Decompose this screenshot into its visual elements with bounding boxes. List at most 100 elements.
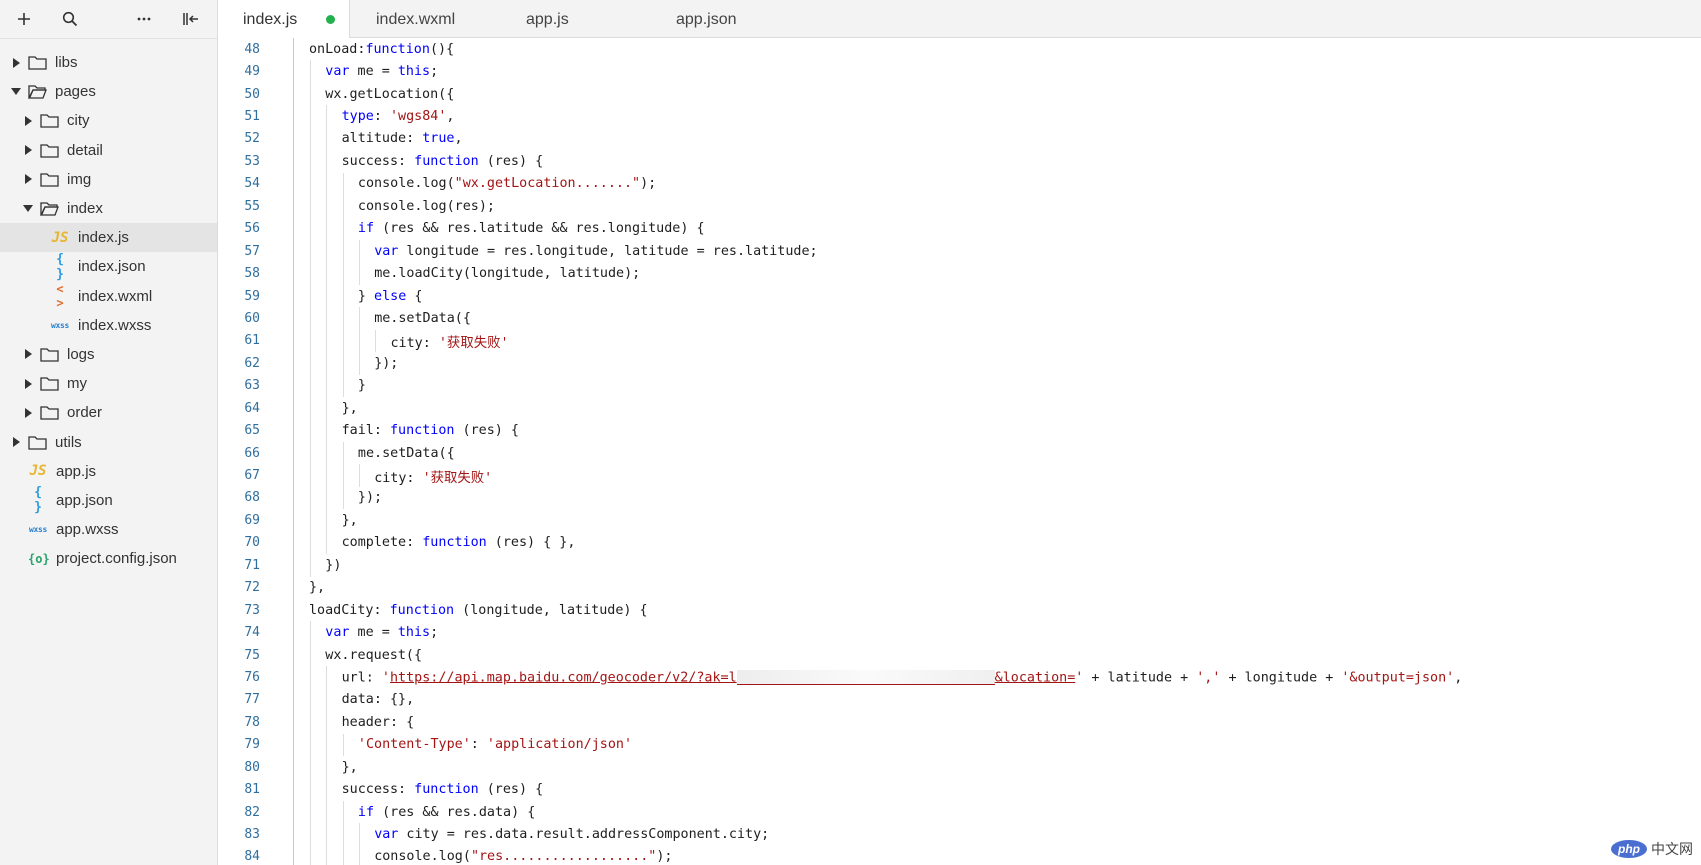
tree-item-app-js[interactable]: JS app.js xyxy=(0,457,217,486)
code-text[interactable]: success: function (res) { xyxy=(342,154,544,169)
code-text[interactable]: complete: function (res) { }, xyxy=(342,535,576,550)
tree-item-city[interactable]: city xyxy=(0,106,217,135)
tree-item-libs[interactable]: libs xyxy=(0,48,217,77)
tree-item-index-js[interactable]: JS index.js xyxy=(0,223,217,253)
tree-item-pages[interactable]: pages xyxy=(0,77,217,106)
tab-label: app.js xyxy=(526,11,569,28)
code-text[interactable]: var city = res.data.result.addressCompon… xyxy=(374,827,769,842)
chevron-right-icon[interactable] xyxy=(22,173,34,185)
indent-guide xyxy=(310,329,311,353)
code-line: 48 onLoad:function(){ xyxy=(218,38,454,60)
code-token: }); xyxy=(374,355,399,371)
code-text[interactable]: }); xyxy=(358,490,382,505)
collapse-panel-icon[interactable] xyxy=(178,6,204,32)
code-text[interactable]: console.log(res); xyxy=(358,199,495,214)
code-text[interactable]: fail: function (res) { xyxy=(342,423,519,438)
tree-item-label: index.wxml xyxy=(78,287,153,305)
tree-item-logs[interactable]: logs xyxy=(0,340,217,369)
code-text[interactable]: me.setData({ xyxy=(374,311,471,326)
code-text[interactable]: header: { xyxy=(342,715,415,730)
chevron-down-icon[interactable] xyxy=(10,86,22,98)
tree-item-index-wxss[interactable]: wxss index.wxss xyxy=(0,311,217,340)
code-text[interactable]: me.loadCity(longitude, latitude); xyxy=(374,266,640,281)
tree-item-index[interactable]: index xyxy=(0,194,217,223)
code-text[interactable]: }, xyxy=(342,401,358,416)
chevron-right-icon[interactable] xyxy=(22,348,34,360)
code-text[interactable]: success: function (res) { xyxy=(342,782,544,797)
add-icon[interactable] xyxy=(11,6,37,32)
tree-item-app-json[interactable]: { } app.json xyxy=(0,485,217,515)
chevron-right-icon[interactable] xyxy=(10,436,22,448)
line-number: 81 xyxy=(244,782,260,798)
tab-app-json[interactable]: app.json xyxy=(651,0,811,38)
chevron-right-icon[interactable] xyxy=(22,144,34,156)
code-text[interactable]: url: 'https://api.map.baidu.com/geocoder… xyxy=(342,669,1462,685)
code-token: , xyxy=(446,109,455,125)
code-text[interactable]: loadCity: function (longitude, latitude)… xyxy=(309,603,648,618)
tree-item-my[interactable]: my xyxy=(0,369,217,398)
code-token: (res && res.data) { xyxy=(374,804,536,820)
code-text[interactable]: altitude: true, xyxy=(342,131,463,146)
tree-item-utils[interactable]: utils xyxy=(0,427,217,456)
tab-label: app.json xyxy=(676,11,737,28)
chevron-right-icon[interactable] xyxy=(22,407,34,419)
chevron-right-icon[interactable] xyxy=(22,115,34,127)
code-text[interactable]: }, xyxy=(309,580,325,595)
code-editor[interactable]: 48 onLoad:function(){49 var me = this; 50 wx… xyxy=(218,38,1701,865)
indent-guide xyxy=(342,195,344,218)
code-text[interactable]: if (res && res.data) { xyxy=(358,805,535,820)
more-icon[interactable] xyxy=(131,6,157,32)
code-token: function xyxy=(389,602,455,618)
tab-app-js[interactable]: app.js xyxy=(501,0,651,38)
watermark: php 中文网 xyxy=(1611,839,1693,859)
code-text[interactable]: data: {}, xyxy=(342,692,415,707)
indent-guide xyxy=(326,756,328,779)
code-text[interactable]: onLoad:function(){ xyxy=(309,42,454,57)
code-text[interactable]: if (res && res.latitude && res.longitude… xyxy=(358,221,705,236)
line-number: 50 xyxy=(244,86,260,102)
code-line: 67 city: '获取失败' xyxy=(218,464,492,487)
indent-guide xyxy=(342,733,344,756)
code-text[interactable]: city: '获取失败' xyxy=(374,466,492,486)
code-text[interactable]: wx.request({ xyxy=(325,648,422,663)
code-text[interactable]: }); xyxy=(374,356,398,371)
chevron-right-icon[interactable] xyxy=(10,57,22,69)
code-text[interactable]: console.log("wx.getLocation......."); xyxy=(358,176,656,191)
tree-item-order[interactable]: order xyxy=(0,398,217,427)
tree-item-label: img xyxy=(67,170,92,188)
code-text[interactable]: }, xyxy=(342,513,358,528)
tree-item-index-wxml[interactable]: < > index.wxml xyxy=(0,282,217,311)
code-text[interactable]: type: 'wgs84', xyxy=(342,109,455,124)
folder-icon xyxy=(40,405,59,420)
indent-guide xyxy=(326,666,328,689)
code-lines: 48 onLoad:function(){49 var me = this; 50 wx… xyxy=(218,38,1462,865)
tab-index-js[interactable]: index.js xyxy=(218,0,350,39)
tree-item-index-json[interactable]: { } index.json xyxy=(0,252,217,282)
code-text[interactable]: me.setData({ xyxy=(358,446,455,461)
code-text[interactable]: } else { xyxy=(358,289,423,304)
indent-guide xyxy=(310,688,311,712)
code-token: (longitude, latitude) { xyxy=(454,602,648,618)
code-text[interactable]: var me = this; xyxy=(325,64,438,79)
tree-item-app-wxss[interactable]: wxss app.wxss xyxy=(0,515,217,544)
code-text[interactable]: console.log("res.................."); xyxy=(374,849,672,864)
chevron-down-icon[interactable] xyxy=(22,203,34,215)
tree-item-img[interactable]: img xyxy=(0,165,217,194)
indent-guide xyxy=(326,284,328,308)
code-text[interactable]: var me = this; xyxy=(325,625,438,640)
code-token: { xyxy=(406,288,423,304)
code-text[interactable]: city: '获取失败' xyxy=(391,331,509,351)
search-icon[interactable] xyxy=(57,6,83,32)
code-text[interactable]: wx.getLocation({ xyxy=(325,87,454,102)
code-text[interactable]: }) xyxy=(325,558,341,573)
code-text[interactable]: 'Content-Type': 'application/json' xyxy=(358,737,632,752)
tree-item-project-config-json[interactable]: {o} project.config.json xyxy=(0,544,217,573)
js-file-icon: JS xyxy=(51,229,69,246)
code-text[interactable]: } xyxy=(358,378,366,393)
tab-index-wxml[interactable]: index.wxml xyxy=(351,0,501,38)
config-file-icon: {o} xyxy=(28,551,50,566)
code-text[interactable]: var longitude = res.longitude, latitude … xyxy=(374,244,817,259)
code-text[interactable]: }, xyxy=(342,760,358,775)
tree-item-detail[interactable]: detail xyxy=(0,136,217,165)
chevron-right-icon[interactable] xyxy=(22,378,34,390)
